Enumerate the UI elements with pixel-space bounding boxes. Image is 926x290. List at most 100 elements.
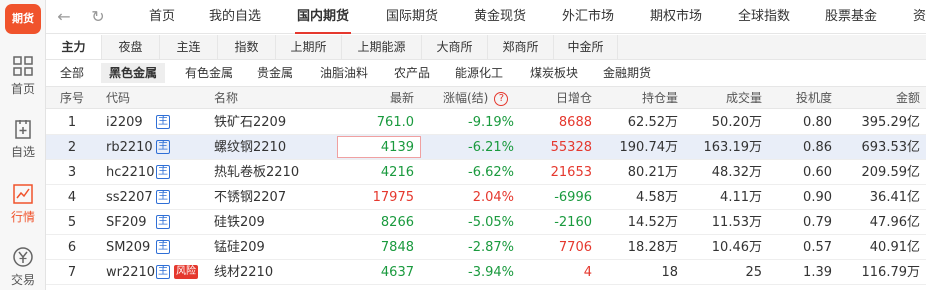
cell-oi-change: 7706 xyxy=(558,240,592,255)
cell-last: 8266 xyxy=(380,215,414,230)
tab-truncated[interactable]: 资 xyxy=(913,0,926,34)
subtab-shfe[interactable]: 上期所 xyxy=(276,35,342,59)
col-header-amount[interactable]: 金额 xyxy=(846,87,920,109)
cell-name: 热轧卷板2210 xyxy=(214,165,300,180)
cell-last: 4139 xyxy=(380,140,414,155)
cell-oi-change: -6996 xyxy=(554,190,592,205)
table-row[interactable]: 3 hc2210 主 热轧卷板2210 4216 -6.62% 21653 80… xyxy=(46,160,926,185)
cell-oi-change: 4 xyxy=(583,265,592,280)
cell-name: 不锈钢2207 xyxy=(214,190,287,205)
cell-change: -2.87% xyxy=(468,240,514,255)
cell-open-interest: 190.74万 xyxy=(619,140,679,155)
cell-code: SM209 xyxy=(106,240,151,255)
col-header-speculation[interactable]: 投机度 xyxy=(770,87,832,109)
col-header-name[interactable]: 名称 xyxy=(214,87,238,109)
cell-open-interest: 4.58万 xyxy=(636,190,678,205)
main-contract-badge: 主 xyxy=(156,115,170,129)
subtab-continuous[interactable]: 主连 xyxy=(160,35,218,59)
table-row-selected[interactable]: 2 rb2210 主 螺纹钢2210 4139 -6.21% 55328 190… xyxy=(46,135,926,160)
tab-international-futures[interactable]: 国际期货 xyxy=(386,0,438,34)
col-header-open-interest[interactable]: 持仓量 xyxy=(612,87,678,109)
cell-no: 1 xyxy=(67,115,77,130)
tab-options[interactable]: 期权市场 xyxy=(650,0,702,34)
cell-speculation: 0.90 xyxy=(803,190,832,205)
cell-volume: 163.19万 xyxy=(703,140,763,155)
cell-amount: 209.59亿 xyxy=(861,165,921,180)
cell-change: -3.94% xyxy=(468,265,514,280)
category-filter: 全部 黑色金属 有色金属 贵金属 油脂油料 农产品 能源化工 煤炭板块 金融期货 xyxy=(46,61,926,85)
risk-badge: 风险 xyxy=(174,265,198,279)
main-contract-badge: 主 xyxy=(156,140,170,154)
sidebar-item-watchlist[interactable]: 自选 xyxy=(0,118,46,160)
table-row[interactable]: 5 SF209 主 硅铁209 8266 -5.05% -2160 14.52万… xyxy=(46,210,926,235)
sidebar-item-home[interactable]: 首页 xyxy=(0,55,46,97)
tab-forex[interactable]: 外汇市场 xyxy=(562,0,614,34)
subtab-index[interactable]: 指数 xyxy=(218,35,276,59)
tab-home[interactable]: 首页 xyxy=(149,0,175,34)
cell-code: wr2210 xyxy=(106,265,156,280)
tab-stock-funds[interactable]: 股票基金 xyxy=(825,0,877,34)
subtab-night[interactable]: 夜盘 xyxy=(102,35,160,59)
col-header-change[interactable]: 涨幅(结)? xyxy=(443,87,509,109)
tab-gold-spot[interactable]: 黄金现货 xyxy=(474,0,526,34)
category-all[interactable]: 全部 xyxy=(52,63,92,83)
main-contract-badge: 主 xyxy=(156,215,170,229)
category-coal[interactable]: 煤炭板块 xyxy=(522,63,586,83)
category-precious-metals[interactable]: 贵金属 xyxy=(249,63,301,83)
subtab-cffex[interactable]: 中金所 xyxy=(554,35,618,59)
cell-oi-change: 55328 xyxy=(550,140,592,155)
tab-domestic-futures[interactable]: 国内期货 xyxy=(294,0,352,34)
cell-speculation: 0.57 xyxy=(803,240,832,255)
subtab-dce[interactable]: 大商所 xyxy=(422,35,488,59)
app-logo[interactable]: 期货 xyxy=(5,4,41,34)
tab-global-indices[interactable]: 全球指数 xyxy=(738,0,790,34)
top-navigation: ← ↻ 首页 我的自选 国内期货 国际期货 黄金现货 外汇市场 期权市场 全球指… xyxy=(46,0,926,34)
back-arrow-icon[interactable]: ← xyxy=(54,7,74,27)
main-contract-badge: 主 xyxy=(156,240,170,254)
cell-change: -6.62% xyxy=(468,165,514,180)
sidebar-item-label: 首页 xyxy=(10,82,35,96)
sidebar-item-label: 行情 xyxy=(10,210,35,224)
cell-amount: 116.79万 xyxy=(861,265,921,280)
cell-open-interest: 18 xyxy=(661,265,678,280)
cell-amount: 395.29亿 xyxy=(861,115,921,130)
subtab-ine[interactable]: 上期能源 xyxy=(342,35,422,59)
cell-last: 17975 xyxy=(372,190,414,205)
table-row[interactable]: 6 SM209 主 锰硅209 7848 -2.87% 7706 18.28万 … xyxy=(46,235,926,260)
category-energy-chemicals[interactable]: 能源化工 xyxy=(447,63,511,83)
category-agriculture[interactable]: 农产品 xyxy=(386,63,438,83)
col-header-no[interactable]: 序号 xyxy=(60,87,84,109)
category-oils-oilseeds[interactable]: 油脂油料 xyxy=(312,63,376,83)
subtab-main[interactable]: 主力 xyxy=(46,35,102,59)
category-financial-futures[interactable]: 金融期货 xyxy=(595,63,659,83)
cell-name: 硅铁209 xyxy=(214,215,265,230)
table-row[interactable]: 4 ss2207 主 不锈钢2207 17975 2.04% -6996 4.5… xyxy=(46,185,926,210)
col-header-oi-change[interactable]: 日增仓 xyxy=(526,87,592,109)
col-header-last[interactable]: 最新 xyxy=(346,87,414,109)
col-header-code[interactable]: 代码 xyxy=(106,87,130,109)
cell-volume: 11.53万 xyxy=(711,215,762,230)
cell-change: 2.04% xyxy=(472,190,514,205)
sidebar-item-trade[interactable]: 交易 xyxy=(0,246,46,288)
cell-code: i2209 xyxy=(106,115,143,130)
watchlist-icon xyxy=(15,120,31,139)
sidebar-item-market[interactable]: 行情 xyxy=(0,183,46,225)
cell-open-interest: 80.21万 xyxy=(627,165,678,180)
help-icon[interactable]: ? xyxy=(494,91,509,106)
cell-oi-change: 21653 xyxy=(550,165,592,180)
category-ferrous-metals[interactable]: 黑色金属 xyxy=(101,63,166,83)
tab-my-watchlist[interactable]: 我的自选 xyxy=(209,0,261,34)
table-row[interactable]: 7 wr2210 主 风险 线材2210 4637 -3.94% 4 18 25… xyxy=(46,260,926,285)
sidebar-item-label: 交易 xyxy=(10,273,35,287)
subtab-czce[interactable]: 郑商所 xyxy=(488,35,554,59)
cell-amount: 47.96亿 xyxy=(869,215,920,230)
col-header-volume[interactable]: 成交量 xyxy=(696,87,762,109)
category-nonferrous-metals[interactable]: 有色金属 xyxy=(177,63,241,83)
table-row[interactable]: 1 i2209 主 铁矿石2209 761.0 -9.19% 8688 62.5… xyxy=(46,110,926,135)
cell-oi-change: 8688 xyxy=(558,115,592,130)
cell-no: 2 xyxy=(67,140,77,155)
cell-volume: 50.20万 xyxy=(711,115,762,130)
refresh-icon[interactable]: ↻ xyxy=(88,7,108,27)
cell-amount: 40.91亿 xyxy=(869,240,920,255)
cell-code: ss2207 xyxy=(106,190,153,205)
